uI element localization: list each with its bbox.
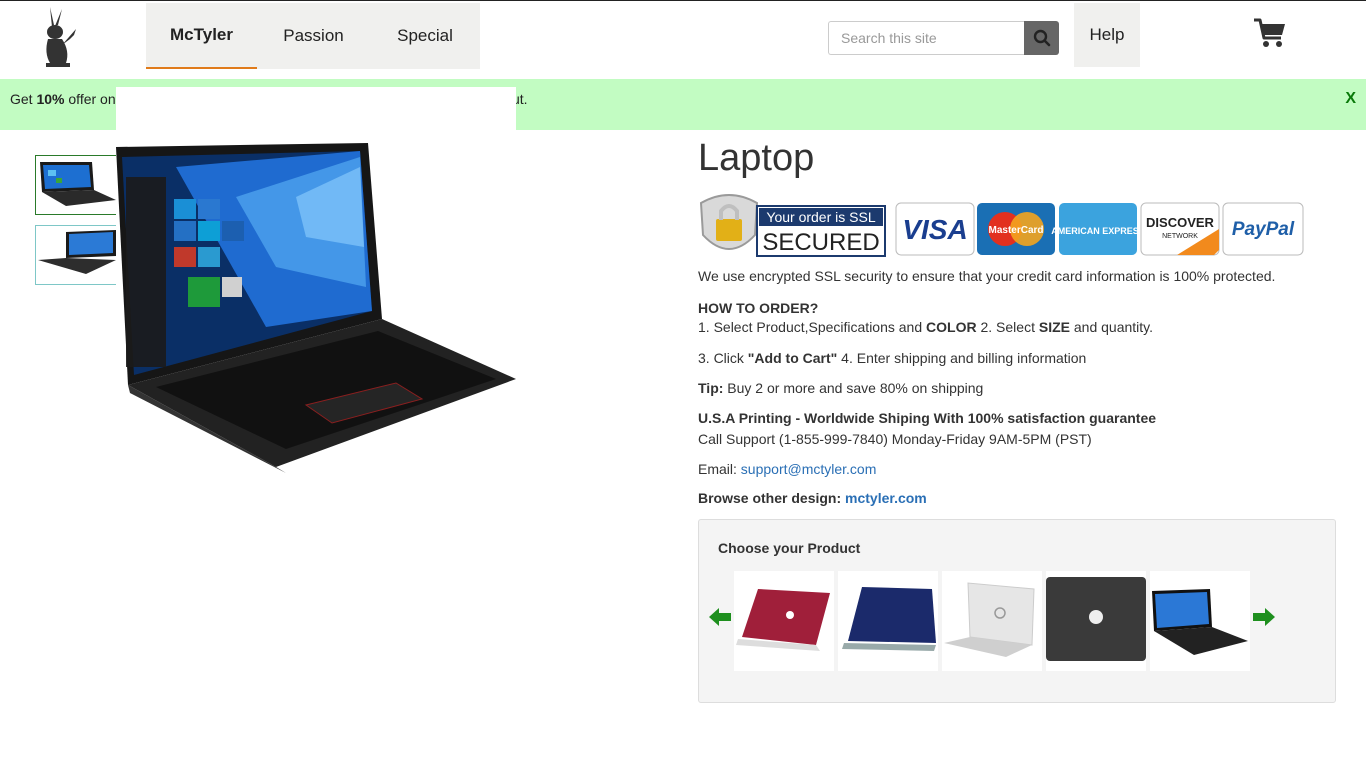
ssl-badge-line1: Your order is SSL (766, 209, 875, 225)
step2-bold: SIZE (1038, 319, 1070, 335)
amex-label: AMERICAN EXPRESS (1051, 226, 1145, 236)
product-option-silver-laptop[interactable] (942, 571, 1042, 671)
browse-designs-line: Browse other design: mctyler.com (698, 488, 927, 508)
main-nav: McTyler Passion Special (146, 3, 480, 69)
offer-text: Get 10% offer on (10, 91, 116, 107)
order-steps-3-4: 3. Click "Add to Cart" 4. Enter shipping… (698, 348, 1086, 368)
mastercard-label: MasterCard (988, 225, 1043, 236)
step2-text: 2. Select (976, 319, 1039, 335)
search-input[interactable] (828, 21, 1024, 55)
banner-close-button[interactable]: X (1345, 90, 1356, 108)
product-option-navy-laptop[interactable] (838, 571, 938, 671)
step3-text: 3. Click (698, 350, 748, 366)
help-button[interactable]: Help (1074, 3, 1140, 67)
offer-body: offer on (64, 91, 116, 107)
amex-card-icon: AMERICAN EXPRESS (1051, 203, 1145, 255)
search-icon (1033, 29, 1050, 47)
shipping-tip: Tip: Buy 2 or more and save 80% on shipp… (698, 378, 983, 398)
chooser-title: Choose your Product (718, 540, 861, 556)
support-email-link[interactable]: support@mctyler.com (741, 461, 877, 477)
visa-card-icon: VISA (895, 202, 975, 256)
support-email-line: Email: support@mctyler.com (698, 459, 876, 479)
cart-icon[interactable] (1253, 17, 1287, 49)
how-to-order-text: HOW TO ORDER? (698, 300, 819, 316)
order-steps-1-2: 1. Select Product,Specifications and COL… (698, 317, 1153, 337)
email-label: Email: (698, 461, 741, 477)
guarantee-text: U.S.A Printing - Worldwide Shiping With … (698, 408, 1156, 428)
step3-bold: "Add to Cart" (747, 350, 838, 366)
visa-label: VISA (902, 214, 967, 245)
guarantee-bold: U.S.A Printing - Worldwide Shiping With … (698, 410, 1157, 426)
ssl-description: We use encrypted SSL security to ensure … (698, 268, 1276, 284)
browse-label: Browse other design: (698, 490, 846, 506)
discover-card-icon: DISCOVER NETWORK (1140, 202, 1220, 256)
search-form (828, 21, 1059, 55)
product-thumbnail-1[interactable] (35, 155, 117, 215)
paypal-card-icon: PayPal (1222, 202, 1304, 256)
rabbit-logo-icon[interactable] (40, 5, 80, 69)
tip-text: Buy 2 or more and save 80% on shipping (723, 380, 984, 396)
page: McTyler Passion Special Help Get 10% off… (0, 0, 1366, 768)
payment-badges: Your order is SSL SECURED VISA MasterCar… (697, 189, 1305, 263)
ssl-badge-line2: SECURED (762, 229, 879, 256)
product-chooser: Choose your Product (698, 519, 1336, 703)
product-option-red-laptop[interactable] (734, 571, 834, 671)
nav-special[interactable]: Special (370, 3, 480, 69)
offer-percent: 10% (36, 91, 65, 107)
step1-text: 1. Select Product,Specifications and (698, 319, 927, 335)
product-title: Laptop (698, 137, 815, 179)
nav-passion[interactable]: Passion (257, 3, 370, 69)
product-option-dark-laptop[interactable] (1046, 571, 1146, 671)
ssl-secured-badge: Your order is SSL SECURED (699, 194, 886, 257)
tip-label: Tip: (698, 380, 724, 396)
offer-prefix: Get (10, 91, 37, 107)
product-main-image (116, 87, 516, 477)
nav-mctyler[interactable]: McTyler (146, 3, 257, 69)
product-option-black-laptop[interactable] (1150, 571, 1250, 671)
how-to-order-heading: HOW TO ORDER? (698, 298, 818, 318)
discover-label: DISCOVER (1146, 215, 1215, 230)
discover-network-label: NETWORK (1162, 233, 1198, 240)
arrow-right-icon[interactable] (1253, 608, 1275, 626)
mastercard-icon: MasterCard (977, 203, 1055, 255)
arrow-left-icon[interactable] (709, 608, 731, 626)
search-button[interactable] (1024, 21, 1059, 55)
product-thumbnail-2[interactable] (35, 225, 117, 285)
paypal-label: PayPal (1232, 219, 1295, 240)
step1-bold: COLOR (926, 319, 977, 335)
support-phone: Call Support (1-855-999-7840) Monday-Fri… (698, 431, 1092, 447)
step2-suffix: and quantity. (1069, 319, 1154, 335)
step4-text: 4. Enter shipping and billing informatio… (837, 350, 1087, 366)
browse-designs-link[interactable]: mctyler.com (845, 490, 927, 506)
